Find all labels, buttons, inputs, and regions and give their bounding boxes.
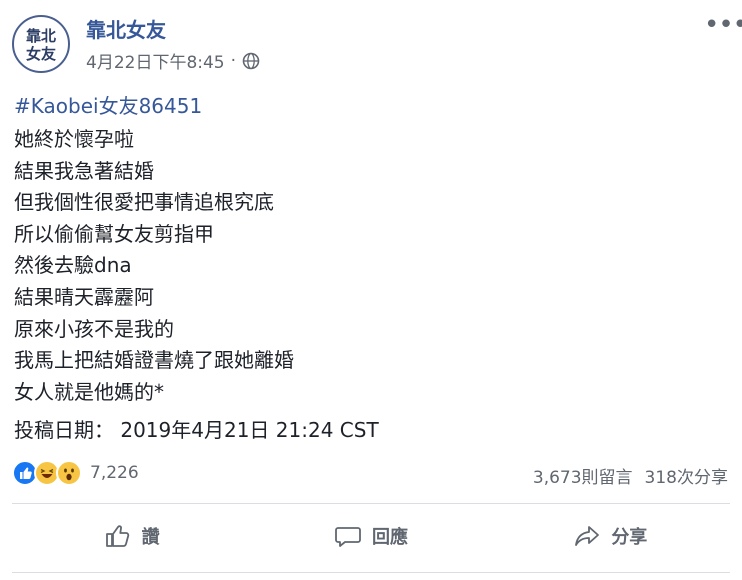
post-timestamp[interactable]: 4月22日下午8:45: [86, 48, 225, 73]
page-name-link[interactable]: 靠北女友: [86, 14, 166, 43]
post-line: 結果晴天霹靂阿: [14, 284, 154, 309]
post-line: 女人就是他媽的*: [14, 379, 164, 404]
svg-text:靠北: 靠北: [26, 27, 56, 45]
reactions-summary[interactable]: 7,226: [12, 460, 139, 486]
post-content: 她終於懷孕啦 結果我急著結婚 但我個性很愛把事情追根究底 所以偷偷幫女友剪指甲 …: [14, 124, 294, 408]
divider: [12, 503, 730, 504]
share-button-label: 分享: [611, 527, 648, 548]
divider: [12, 572, 730, 573]
post-line: 我馬上把結婚證書燒了跟她離婚: [14, 348, 294, 373]
like-button[interactable]: 讚: [12, 512, 251, 560]
post-line: 原來小孩不是我的: [14, 316, 174, 341]
more-options-icon[interactable]: •••: [704, 12, 742, 38]
comment-icon: [335, 527, 361, 547]
post-line: 然後去驗dna: [14, 253, 132, 278]
comment-button-label: 回應: [371, 527, 408, 548]
post-hashtag[interactable]: #Kaobei女友86451: [14, 90, 202, 119]
post-line: 但我個性很愛把事情追根究底: [14, 190, 274, 215]
wow-icon: [56, 460, 82, 486]
action-bar: 讚 回應 分享: [12, 512, 730, 560]
post-meta: 4月22日下午8:45 ·: [86, 48, 260, 73]
post-line: 所以偷偷幫女友剪指甲: [14, 221, 214, 246]
thumbs-up-icon: [105, 525, 129, 547]
page-avatar[interactable]: 靠北 女友: [12, 15, 70, 73]
facebook-post: 靠北 女友 靠北女友 4月22日下午8:45 · ••• #Kaobei女友86…: [0, 0, 742, 580]
post-line: 結果我急著結婚: [14, 158, 154, 183]
comment-button[interactable]: 回應: [251, 512, 490, 560]
post-line: 她終於懷孕啦: [14, 127, 134, 151]
submission-date: 投稿日期： 2019年4月21日 21:24 CST: [14, 418, 379, 442]
share-button[interactable]: 分享: [491, 512, 730, 560]
meta-separator: ·: [230, 50, 237, 71]
reaction-count: 7,226: [90, 463, 139, 483]
share-icon: [575, 526, 600, 546]
engagement-stats: 3,673則留言 318次分享: [533, 463, 728, 488]
comment-count-link[interactable]: 3,673則留言: [533, 463, 633, 488]
svg-text:女友: 女友: [26, 45, 56, 63]
share-count-link[interactable]: 318次分享: [645, 463, 728, 488]
like-button-label: 讚: [141, 527, 160, 548]
globe-icon: [242, 52, 260, 70]
